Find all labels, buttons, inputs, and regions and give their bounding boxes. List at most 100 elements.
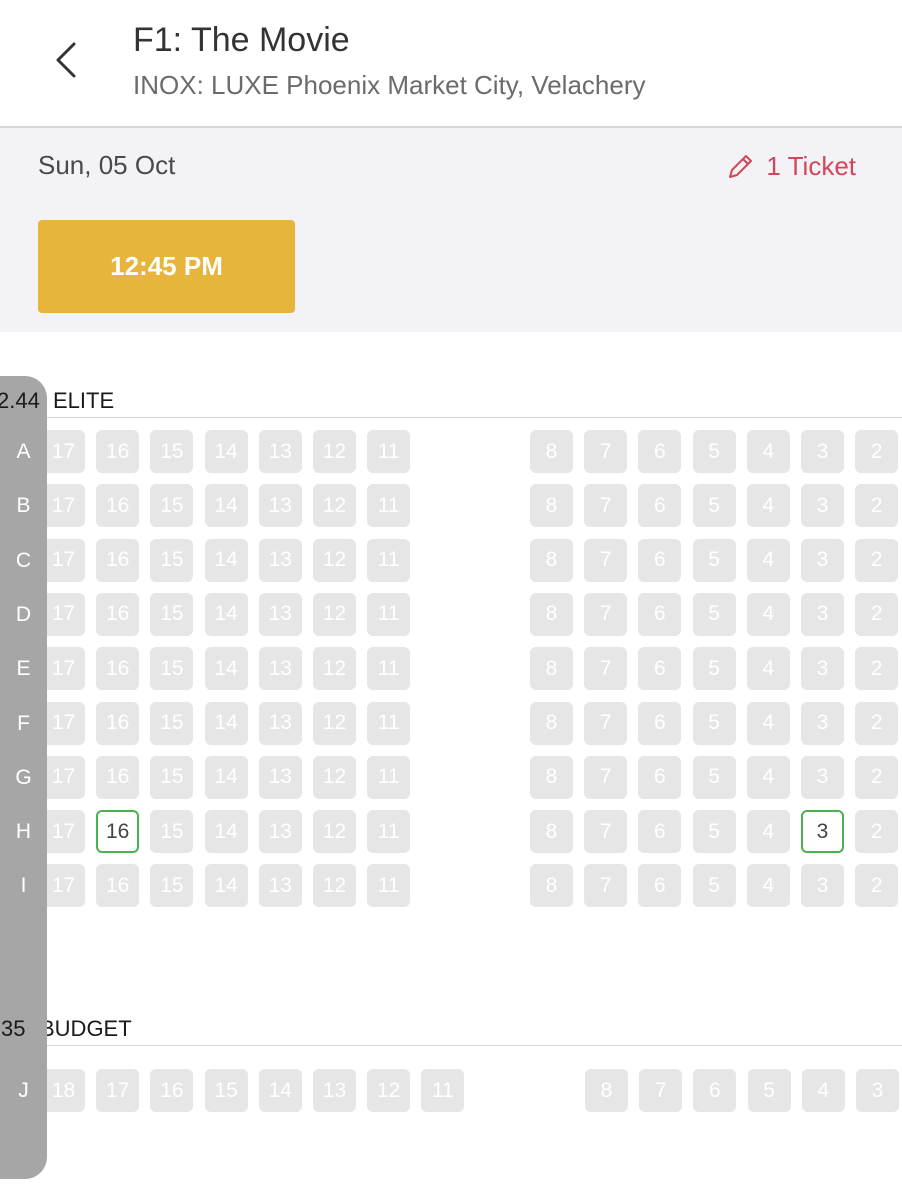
seat-C11: 11 (367, 538, 411, 582)
seat-F14: 14 (204, 701, 248, 745)
seat-E14: 14 (204, 647, 248, 691)
seat-H11: 11 (367, 810, 411, 854)
seat-G14: 14 (204, 755, 248, 799)
seat-J4: 4 (801, 1069, 845, 1112)
seat-D13: 13 (258, 592, 302, 636)
seat-G5: 5 (692, 755, 736, 799)
seat-C16: 16 (96, 538, 140, 582)
seat-G17: 17 (42, 755, 85, 799)
seat-I13: 13 (258, 864, 302, 908)
seat-A2: 2 (855, 430, 899, 473)
row-label-a: A (16, 440, 31, 463)
section-price: 35 (1, 1016, 26, 1041)
seat-A12: 12 (313, 430, 356, 473)
ticket-count-button[interactable]: 1 Ticket (726, 146, 856, 186)
seat-I6: 6 (638, 864, 682, 908)
seat-B8: 8 (530, 484, 573, 528)
seat-F13: 13 (258, 701, 302, 745)
seat-D7: 7 (584, 592, 628, 636)
seat-A3: 3 (801, 430, 844, 473)
seat-F11: 11 (367, 701, 411, 745)
seat-F4: 4 (746, 701, 790, 745)
seat-I17: 17 (42, 864, 85, 908)
seat-E15: 15 (150, 647, 194, 691)
seat-A14: 14 (204, 430, 248, 473)
showtime-button[interactable]: 12:45 PM (38, 220, 295, 313)
seat-C6: 6 (638, 538, 682, 582)
seat-J14: 14 (258, 1069, 302, 1112)
seat-C17: 17 (42, 538, 85, 582)
seat-A13: 13 (258, 430, 302, 473)
seat-C14: 14 (204, 538, 248, 582)
seat-C12: 12 (313, 538, 356, 582)
seat-A5: 5 (692, 430, 736, 473)
show-info-bar: Sun, 05 Oct 1 Ticket 12:45 PM (0, 128, 902, 332)
seat-D16: 16 (96, 592, 140, 636)
seat-I5: 5 (692, 864, 736, 908)
seat-I7: 7 (584, 864, 628, 908)
seat-J16: 16 (150, 1069, 194, 1112)
section-divider (0, 417, 902, 418)
pencil-icon (729, 155, 753, 178)
seat-G4: 4 (746, 755, 790, 799)
row-label-d: D (15, 602, 32, 626)
seat-D4: 4 (746, 592, 790, 636)
seat-A17: 17 (42, 430, 85, 473)
seat-B3: 3 (801, 484, 844, 528)
seat-B16: 16 (96, 484, 140, 528)
seat-I2: 2 (855, 864, 899, 908)
seat-D15: 15 (150, 592, 194, 636)
seat-J5: 5 (747, 1069, 791, 1112)
seat-D12: 12 (313, 592, 356, 636)
seat-B13: 13 (258, 484, 302, 528)
seat-H16[interactable]: 16 (96, 810, 140, 854)
seat-E17: 17 (42, 647, 85, 691)
seat-G15: 15 (150, 755, 194, 799)
seat-E2: 2 (855, 647, 899, 691)
seat-I3: 3 (801, 864, 844, 908)
seat-G7: 7 (584, 755, 628, 799)
row-label-c: C (15, 548, 32, 572)
seat-H12: 12 (313, 810, 356, 854)
seat-A6: 6 (638, 430, 682, 473)
seat-F2: 2 (855, 701, 899, 745)
seat-H3[interactable]: 3 (801, 810, 844, 854)
seat-G12: 12 (313, 755, 356, 799)
seat-J15: 15 (204, 1069, 248, 1112)
seat-F7: 7 (584, 701, 628, 745)
seat-G3: 3 (801, 755, 844, 799)
seat-J12: 12 (367, 1069, 411, 1112)
seat-G6: 6 (638, 755, 682, 799)
seat-G2: 2 (855, 755, 899, 799)
seat-C8: 8 (530, 538, 573, 582)
seat-I15: 15 (150, 864, 194, 908)
section-price: 2.44 (0, 388, 40, 413)
ticket-count-label: 1 Ticket (766, 150, 856, 181)
seat-D11: 11 (367, 592, 411, 636)
seat-C4: 4 (746, 538, 790, 582)
seat-I14: 14 (204, 864, 248, 908)
seat-E6: 6 (638, 647, 682, 691)
seat-H5: 5 (692, 810, 736, 854)
seat-E8: 8 (530, 647, 573, 691)
seat-C2: 2 (855, 538, 899, 582)
seat-C13: 13 (258, 538, 302, 582)
seat-D3: 3 (801, 592, 844, 636)
seat-F12: 12 (313, 701, 356, 745)
seat-J17: 17 (96, 1069, 140, 1112)
seat-A8: 8 (530, 430, 573, 473)
seat-D6: 6 (638, 592, 682, 636)
seat-D2: 2 (855, 592, 899, 636)
seat-B12: 12 (313, 484, 356, 528)
row-label-g: G (15, 765, 32, 789)
seat-J3: 3 (856, 1069, 899, 1112)
seat-B2: 2 (855, 484, 899, 528)
back-button[interactable] (46, 38, 90, 82)
seat-I4: 4 (746, 864, 790, 908)
seat-A15: 15 (150, 430, 194, 473)
seat-B6: 6 (638, 484, 682, 528)
seat-I16: 16 (96, 864, 140, 908)
seat-J7: 7 (639, 1069, 683, 1112)
seat-H4: 4 (746, 810, 790, 854)
seat-E11: 11 (367, 647, 411, 691)
